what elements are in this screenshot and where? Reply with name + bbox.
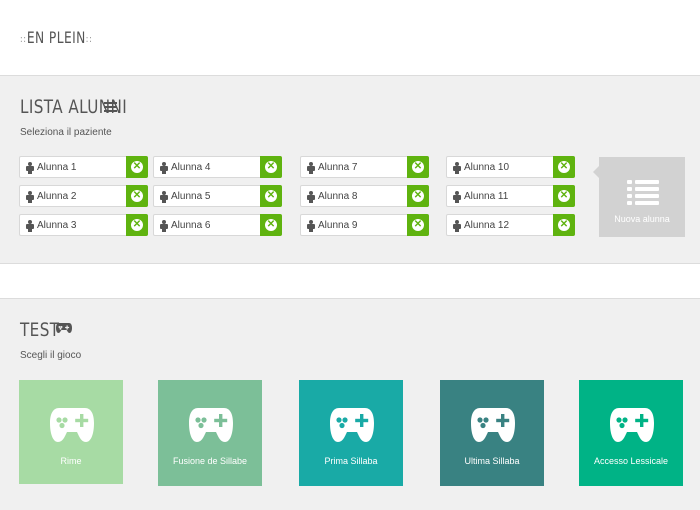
delete-patient-button[interactable]: ✕ — [126, 156, 148, 178]
test-subtitle: Scegli il gioco — [20, 350, 82, 361]
gamepad-icon — [610, 408, 654, 442]
game-label: Accesso Lessicale — [593, 456, 669, 466]
patient-item[interactable]: Alunna 2 ✕ — [19, 185, 148, 207]
new-patient-label: Nuova alunna — [614, 214, 670, 224]
patient-item[interactable]: Alunna 6 ✕ — [153, 214, 282, 236]
delete-patient-button[interactable]: ✕ — [407, 185, 429, 207]
delete-circle-icon: ✕ — [412, 190, 424, 202]
logo-text: EN PLEIN — [26, 28, 86, 47]
patient-item[interactable]: Alunna 7 ✕ — [300, 156, 429, 178]
patient-item[interactable]: Alunna 8 ✕ — [300, 185, 429, 207]
new-patient-button[interactable]: Nuova alunna — [593, 157, 685, 237]
person-icon — [160, 162, 168, 174]
delete-patient-button[interactable]: ✕ — [553, 214, 575, 236]
header: ::EN PLEIN:: — [0, 0, 700, 76]
person-icon — [453, 162, 461, 174]
game-tile[interactable]: Ultima Sillaba — [440, 380, 544, 486]
patient-item[interactable]: Alunna 4 ✕ — [153, 156, 282, 178]
game-tile[interactable]: Fusione de Sillabe — [158, 380, 262, 486]
patient-name: Alunna 2 — [37, 191, 77, 202]
person-icon — [453, 220, 461, 232]
patient-item[interactable]: Alunna 1 ✕ — [19, 156, 148, 178]
gamepad-icon — [189, 408, 233, 442]
delete-patient-button[interactable]: ✕ — [407, 156, 429, 178]
gamepad-icon — [330, 408, 374, 442]
patient-name: Alunna 8 — [318, 191, 358, 202]
delete-circle-icon: ✕ — [558, 161, 570, 173]
delete-patient-button[interactable]: ✕ — [407, 214, 429, 236]
person-icon — [307, 162, 315, 174]
person-icon — [307, 220, 315, 232]
patient-name: Alunna 4 — [171, 162, 211, 173]
game-tile[interactable]: Rime — [19, 380, 123, 484]
patient-name: Alunna 3 — [37, 220, 77, 231]
delete-circle-icon: ✕ — [412, 219, 424, 231]
patient-name: Alunna 6 — [171, 220, 211, 231]
game-tile[interactable]: Accesso Lessicale — [579, 380, 683, 486]
delete-circle-icon: ✕ — [131, 190, 143, 202]
person-icon — [26, 220, 34, 232]
patient-name: Alunna 7 — [318, 162, 358, 173]
delete-circle-icon: ✕ — [131, 219, 143, 231]
patient-name: Alunna 11 — [464, 191, 509, 202]
patient-item[interactable]: Alunna 9 ✕ — [300, 214, 429, 236]
delete-patient-button[interactable]: ✕ — [260, 214, 282, 236]
delete-patient-button[interactable]: ✕ — [553, 185, 575, 207]
logo-dots-left: :: — [20, 34, 27, 45]
patient-item[interactable]: Alunna 5 ✕ — [153, 185, 282, 207]
logo-dots-right: :: — [85, 34, 93, 45]
delete-circle-icon: ✕ — [265, 161, 277, 173]
delete-patient-button[interactable]: ✕ — [126, 185, 148, 207]
person-icon — [26, 191, 34, 203]
patient-name: Alunna 10 — [464, 162, 510, 173]
app-logo[interactable]: ::EN PLEIN:: — [20, 28, 93, 47]
delete-patient-button[interactable]: ✕ — [553, 156, 575, 178]
patient-item[interactable]: Alunna 10 ✕ — [446, 156, 575, 178]
patient-name: Alunna 12 — [464, 220, 510, 231]
section-divider — [0, 263, 700, 299]
patient-item[interactable]: Alunna 11 ✕ — [446, 185, 575, 207]
gamepad-icon — [56, 323, 72, 333]
list-icon-large — [627, 180, 659, 206]
game-label: Rime — [60, 456, 82, 466]
delete-circle-icon: ✕ — [265, 219, 277, 231]
delete-circle-icon: ✕ — [558, 219, 570, 231]
pointer-arrow — [593, 166, 599, 178]
delete-circle-icon: ✕ — [265, 190, 277, 202]
person-icon — [453, 191, 461, 203]
patient-item[interactable]: Alunna 12 ✕ — [446, 214, 575, 236]
patient-name: Alunna 9 — [318, 220, 358, 231]
delete-circle-icon: ✕ — [412, 161, 424, 173]
patient-name: Alunna 5 — [171, 191, 211, 202]
delete-circle-icon: ✕ — [131, 161, 143, 173]
delete-patient-button[interactable]: ✕ — [260, 185, 282, 207]
game-label: Prima Sillaba — [324, 456, 378, 466]
patient-name: Alunna 1 — [37, 162, 77, 173]
gamepad-icon — [50, 408, 94, 442]
game-tile[interactable]: Prima Sillaba — [299, 380, 403, 486]
person-icon — [160, 191, 168, 203]
game-label: Fusione de Sillabe — [172, 456, 248, 466]
gamepad-icon — [471, 408, 515, 442]
delete-patient-button[interactable]: ✕ — [126, 214, 148, 236]
person-icon — [26, 162, 34, 174]
person-icon — [160, 220, 168, 232]
patient-item[interactable]: Alunna 3 ✕ — [19, 214, 148, 236]
list-icon — [104, 102, 117, 113]
delete-circle-icon: ✕ — [558, 190, 570, 202]
game-label: Ultima Sillaba — [464, 456, 520, 466]
delete-patient-button[interactable]: ✕ — [260, 156, 282, 178]
test-title: TEST — [20, 319, 60, 341]
person-icon — [307, 191, 315, 203]
patients-subtitle: Seleziona il paziente — [20, 127, 112, 138]
